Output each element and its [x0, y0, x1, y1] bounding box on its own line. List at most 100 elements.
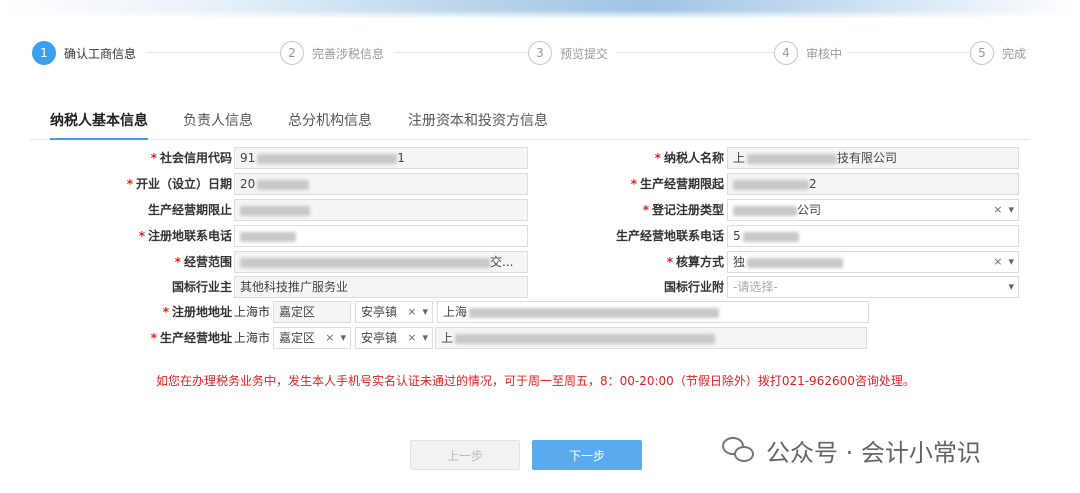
required-mark: *: [150, 151, 157, 165]
taxpayer-name-label: * 纳税人名称: [655, 147, 724, 169]
label-text: 登记注册类型: [651, 203, 724, 217]
required-mark: *: [126, 177, 133, 191]
biz-detail-address-field[interactable]: 上: [435, 327, 867, 349]
step-connector: [616, 52, 774, 53]
step-number: 4: [774, 41, 798, 65]
biz-address-label: * 生产经营地址: [151, 327, 232, 349]
step-label: 预览提交: [560, 46, 609, 61]
reg-detail-address-field[interactable]: 上海: [437, 301, 869, 323]
tab-capital-investors[interactable]: 注册资本和投资方信息: [408, 106, 548, 140]
reg-district-field[interactable]: 嘉定区: [273, 301, 351, 323]
field-value-prefix: 91: [240, 151, 256, 165]
chevron-down-icon[interactable]: ▾: [1008, 252, 1014, 272]
progress-steps: 1 确认工商信息 2 完善涉税信息 3 预览提交 4 审核中 5 完成: [30, 40, 1040, 66]
biz-phone-field[interactable]: 5: [727, 225, 1019, 247]
label-text: 经营范围: [183, 255, 232, 269]
select-controls: × ▾: [407, 302, 428, 322]
chevron-down-icon[interactable]: ▾: [422, 302, 428, 322]
redacted-text: [257, 153, 398, 164]
label-text: 国标行业附: [663, 280, 724, 294]
required-mark: *: [138, 229, 145, 243]
chevron-down-icon[interactable]: ▾: [340, 328, 346, 348]
field-value-prefix: 5: [733, 229, 741, 243]
step-4: 4 审核中: [774, 40, 842, 66]
prev-step-button[interactable]: 上一步: [410, 440, 520, 470]
field-value-suffix: 2: [809, 177, 817, 191]
clear-icon[interactable]: ×: [407, 302, 416, 322]
field-value: 安亭镇: [361, 305, 398, 319]
top-banner: [0, 0, 1080, 18]
bubble-small: [734, 446, 754, 462]
select-controls: × ▾: [407, 328, 428, 348]
required-mark: *: [174, 255, 181, 269]
open-date-field[interactable]: 20: [234, 173, 528, 195]
step-2: 2 完善涉税信息: [280, 40, 384, 66]
wechat-icon: [722, 435, 756, 465]
redacted-text: [455, 333, 716, 344]
label-text: 纳税人名称: [663, 151, 724, 165]
required-mark: *: [654, 151, 661, 165]
industry-sub-select[interactable]: -请选择- ▾: [727, 276, 1019, 298]
chevron-down-icon[interactable]: ▾: [422, 328, 428, 348]
chevron-down-icon[interactable]: ▾: [1008, 200, 1014, 220]
scope-field[interactable]: 交...: [234, 251, 528, 273]
reg-type-select[interactable]: 公司 × ▾: [727, 199, 1019, 221]
redacted-text: [733, 179, 809, 190]
step-1: 1 确认工商信息: [32, 40, 136, 66]
field-value: 安亭镇: [361, 331, 398, 345]
tab-basic-info[interactable]: 纳税人基本信息: [50, 106, 148, 140]
field-value-suffix: 交...: [490, 255, 514, 269]
tab-branch-info[interactable]: 总分机构信息: [288, 106, 372, 140]
industry-main-label: 国标行业主: [172, 276, 232, 298]
step-connector: [848, 52, 970, 53]
biz-town-select[interactable]: 安亭镇 × ▾: [355, 327, 433, 349]
next-step-button[interactable]: 下一步: [532, 440, 642, 470]
chevron-down-icon[interactable]: ▾: [1008, 277, 1014, 297]
redacted-text: [733, 205, 797, 216]
step-number: 5: [970, 41, 994, 65]
biz-phone-label: 生产经营地联系电话: [616, 225, 724, 247]
reg-phone-field[interactable]: [234, 225, 528, 247]
clear-icon[interactable]: ×: [407, 328, 416, 348]
field-value-prefix: 上: [733, 151, 746, 165]
open-date-label: * 开业（设立）日期: [127, 173, 232, 195]
reg-type-label: * 登记注册类型: [643, 199, 724, 221]
banner-ridge: [0, 10, 1080, 18]
biz-city: 上海市: [234, 331, 271, 345]
biz-district-select[interactable]: 嘉定区 × ▾: [273, 327, 351, 349]
label-text: 社会信用代码: [159, 151, 232, 165]
redacted-text: [747, 153, 838, 164]
industry-main-field[interactable]: 其他科技推广服务业: [234, 276, 528, 298]
label-text: 核算方式: [675, 255, 724, 269]
redacted-text: [257, 179, 310, 190]
period-end-field[interactable]: [234, 199, 528, 221]
step-connector: [394, 52, 528, 53]
notice-text: 如您在办理税务业务中，发生本人手机号实名认证未通过的情况，可于周一至周五，8：0…: [156, 374, 915, 388]
period-start-field[interactable]: 2: [727, 173, 1019, 195]
label-text: 注册地联系电话: [147, 229, 232, 243]
label-text: 国标行业主: [171, 280, 232, 294]
field-value-suffix: 1: [397, 151, 405, 165]
select-controls: ▾: [1008, 277, 1014, 297]
reg-city: 上海市: [234, 305, 271, 319]
field-value: 其他科技推广服务业: [240, 280, 349, 294]
clear-icon[interactable]: ×: [325, 328, 334, 348]
clear-icon[interactable]: ×: [993, 200, 1002, 220]
required-mark: *: [642, 203, 649, 217]
clear-icon[interactable]: ×: [993, 252, 1002, 272]
taxpayer-name-field[interactable]: 上 技有限公司: [727, 147, 1019, 169]
accounting-select[interactable]: 独 × ▾: [727, 251, 1019, 273]
step-number: 3: [528, 41, 552, 65]
scope-label: * 经营范围: [175, 251, 232, 273]
label-text: 生产经营地址: [159, 331, 232, 345]
required-mark: *: [630, 177, 637, 191]
step-3: 3 预览提交: [528, 40, 608, 66]
step-label: 完善涉税信息: [312, 46, 385, 61]
step-number: 1: [32, 41, 56, 65]
tab-responsible-person[interactable]: 负责人信息: [183, 106, 253, 140]
field-value-prefix: 上海: [443, 305, 468, 319]
watermark-text: 公众号 · 会计小常识: [766, 438, 981, 467]
field-value-prefix: 20: [240, 177, 256, 191]
reg-town-select[interactable]: 安亭镇 × ▾: [355, 301, 433, 323]
credit-code-field[interactable]: 91 1: [234, 147, 528, 169]
